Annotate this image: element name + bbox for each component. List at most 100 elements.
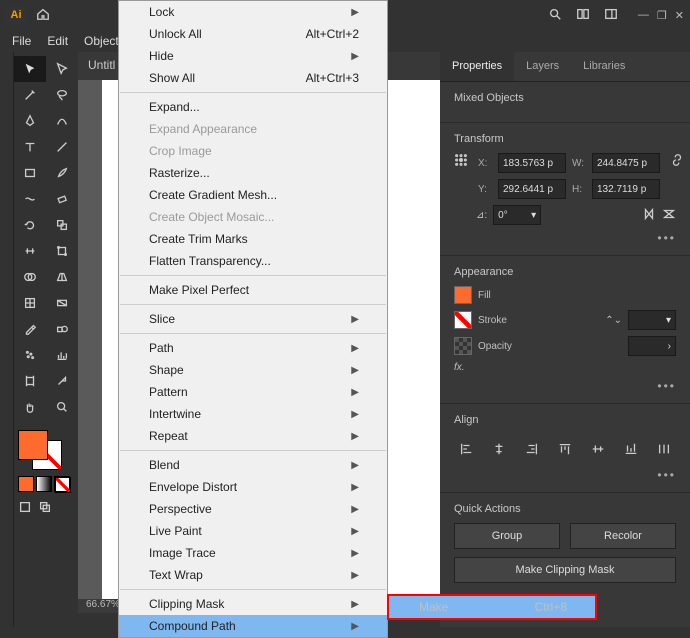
fill-swatch[interactable] — [454, 286, 472, 304]
menu-file[interactable]: File — [4, 31, 39, 51]
close-button[interactable]: ✕ — [675, 9, 684, 22]
align-vcenter-icon[interactable] — [589, 440, 607, 458]
lasso-tool[interactable] — [46, 82, 78, 108]
mesh-tool[interactable] — [14, 290, 46, 316]
flip-h-icon[interactable] — [642, 207, 656, 224]
reference-point-icon[interactable] — [454, 153, 468, 170]
menu-item-rasterize-[interactable]: Rasterize... — [119, 162, 387, 184]
group-button[interactable]: Group — [454, 523, 560, 549]
make-clipping-mask-button[interactable]: Make Clipping Mask — [454, 557, 676, 583]
menu-item-live-paint[interactable]: Live Paint▶ — [119, 520, 387, 542]
perspective-tool[interactable] — [46, 264, 78, 290]
link-wh-icon[interactable] — [670, 153, 684, 170]
scale-tool[interactable] — [46, 212, 78, 238]
menu-item-path[interactable]: Path▶ — [119, 337, 387, 359]
shaper-tool[interactable] — [14, 186, 46, 212]
arrange-icon[interactable] — [576, 7, 590, 24]
distribute-icon[interactable] — [655, 440, 673, 458]
menu-item-text-wrap[interactable]: Text Wrap▶ — [119, 564, 387, 586]
width-tool[interactable] — [14, 238, 46, 264]
menu-item-clipping-mask[interactable]: Clipping Mask▶ — [119, 593, 387, 615]
pen-tool[interactable] — [14, 108, 46, 134]
submenu-make[interactable]: MakeCtrl+8 — [389, 596, 595, 618]
free-transform-tool[interactable] — [46, 238, 78, 264]
x-input[interactable] — [498, 153, 566, 173]
home-icon[interactable] — [36, 7, 52, 23]
menu-item-compound-path[interactable]: Compound Path▶ — [119, 615, 387, 637]
zoom-tool[interactable] — [46, 394, 78, 420]
shape-builder-tool[interactable] — [14, 264, 46, 290]
color-mode[interactable] — [18, 476, 34, 492]
draw-normal-icon[interactable] — [18, 500, 32, 517]
tab-libraries[interactable]: Libraries — [571, 52, 637, 81]
menu-item-lock[interactable]: Lock▶ — [119, 1, 387, 23]
rotate-input[interactable]: 0°▾ — [493, 205, 541, 225]
menu-item-shape[interactable]: Shape▶ — [119, 359, 387, 381]
recolor-button[interactable]: Recolor — [570, 523, 676, 549]
workspace-icon[interactable] — [604, 7, 618, 24]
line-tool[interactable] — [46, 134, 78, 160]
minimize-button[interactable]: — — [638, 9, 649, 22]
more-align-icon[interactable]: ••• — [454, 468, 676, 482]
opacity-swatch[interactable] — [454, 337, 472, 355]
flip-v-icon[interactable] — [662, 207, 676, 224]
paintbrush-tool[interactable] — [46, 160, 78, 186]
hand-tool[interactable] — [14, 394, 46, 420]
direct-selection-tool[interactable] — [46, 56, 78, 82]
menu-item-make-pixel-perfect[interactable]: Make Pixel Perfect — [119, 279, 387, 301]
more-transform-icon[interactable]: ••• — [454, 231, 676, 245]
align-top-icon[interactable] — [556, 440, 574, 458]
maximize-button[interactable]: ❐ — [657, 9, 667, 22]
search-icon[interactable] — [548, 7, 562, 24]
selection-tool[interactable] — [14, 56, 46, 82]
align-right-icon[interactable] — [523, 440, 541, 458]
stroke-swatch[interactable] — [454, 311, 472, 329]
symbol-sprayer-tool[interactable] — [14, 342, 46, 368]
blend-tool[interactable] — [46, 316, 78, 342]
fill-stroke-swatch[interactable] — [18, 430, 62, 470]
more-appearance-icon[interactable]: ••• — [454, 379, 676, 393]
menu-item-flatten-transparency-[interactable]: Flatten Transparency... — [119, 250, 387, 272]
rotate-tool[interactable] — [14, 212, 46, 238]
menu-item-pattern[interactable]: Pattern▶ — [119, 381, 387, 403]
tab-layers[interactable]: Layers — [514, 52, 571, 81]
transform-heading: Transform — [454, 133, 676, 145]
draw-behind-icon[interactable] — [38, 500, 52, 517]
w-input[interactable] — [592, 153, 660, 173]
align-hcenter-icon[interactable] — [490, 440, 508, 458]
menu-item-image-trace[interactable]: Image Trace▶ — [119, 542, 387, 564]
slice-tool[interactable] — [46, 368, 78, 394]
align-left-icon[interactable] — [457, 440, 475, 458]
fx-button[interactable]: fx. — [454, 362, 465, 373]
menu-edit[interactable]: Edit — [39, 31, 76, 51]
menu-item-expand-[interactable]: Expand... — [119, 96, 387, 118]
menu-item-intertwine[interactable]: Intertwine▶ — [119, 403, 387, 425]
h-input[interactable] — [592, 179, 660, 199]
eraser-tool[interactable] — [46, 186, 78, 212]
menu-item-create-trim-marks[interactable]: Create Trim Marks — [119, 228, 387, 250]
menu-item-show-all[interactable]: Show AllAlt+Ctrl+3 — [119, 67, 387, 89]
menu-item-unlock-all[interactable]: Unlock AllAlt+Ctrl+2 — [119, 23, 387, 45]
rectangle-tool[interactable] — [14, 160, 46, 186]
magic-wand-tool[interactable] — [14, 82, 46, 108]
type-tool[interactable] — [14, 134, 46, 160]
menu-item-slice[interactable]: Slice▶ — [119, 308, 387, 330]
gradient-tool[interactable] — [46, 290, 78, 316]
none-mode[interactable] — [54, 476, 70, 492]
align-bottom-icon[interactable] — [622, 440, 640, 458]
menu-item-blend[interactable]: Blend▶ — [119, 454, 387, 476]
artboard-tool[interactable] — [14, 368, 46, 394]
gradient-mode[interactable] — [36, 476, 52, 492]
stroke-weight[interactable]: ▾ — [628, 310, 676, 330]
menu-item-perspective[interactable]: Perspective▶ — [119, 498, 387, 520]
opacity-input[interactable]: › — [628, 336, 676, 356]
eyedropper-tool[interactable] — [14, 316, 46, 342]
tab-properties[interactable]: Properties — [440, 52, 514, 81]
y-input[interactable] — [498, 179, 566, 199]
curvature-tool[interactable] — [46, 108, 78, 134]
menu-item-hide[interactable]: Hide▶ — [119, 45, 387, 67]
menu-item-envelope-distort[interactable]: Envelope Distort▶ — [119, 476, 387, 498]
menu-item-create-gradient-mesh-[interactable]: Create Gradient Mesh... — [119, 184, 387, 206]
graph-tool[interactable] — [46, 342, 78, 368]
menu-item-repeat[interactable]: Repeat▶ — [119, 425, 387, 447]
